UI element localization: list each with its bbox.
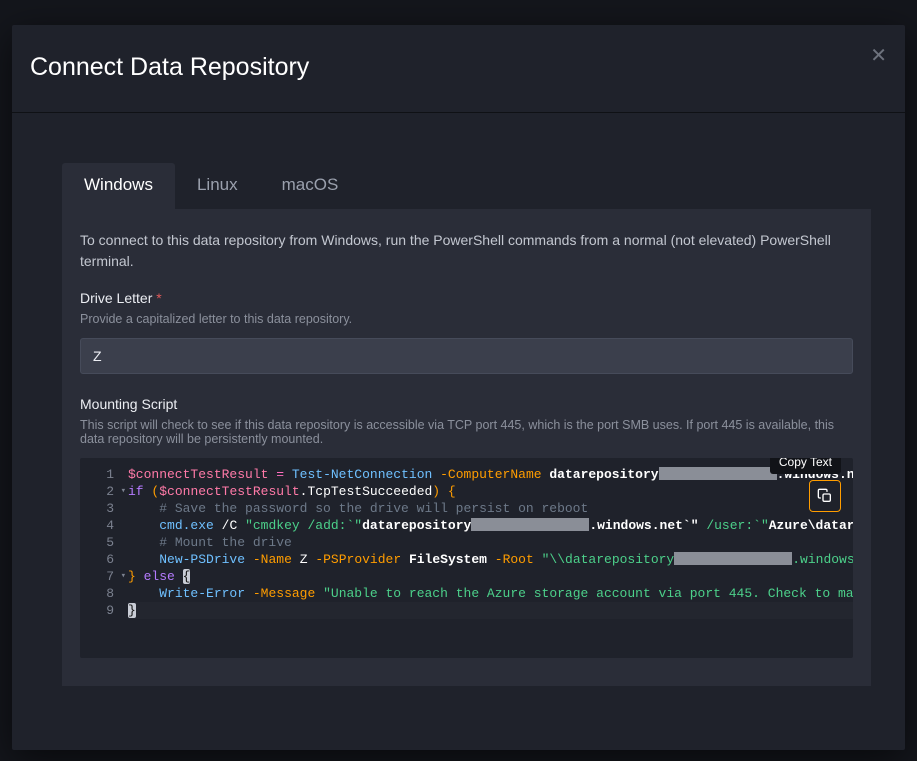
close-icon[interactable]: ✕	[870, 43, 887, 68]
modal-body: Windows Linux macOS To connect to this d…	[12, 113, 905, 686]
tab-macos[interactable]: macOS	[260, 163, 361, 209]
copy-tooltip: Copy Text	[770, 458, 841, 474]
fold-chevron-icon[interactable]: ▾	[121, 568, 126, 585]
mounting-script-label: Mounting Script	[80, 396, 853, 412]
line-number: 7▾	[80, 568, 124, 585]
drive-letter-label: Drive Letter *	[80, 290, 853, 306]
required-asterisk: *	[156, 290, 161, 306]
line-number: 1	[80, 466, 124, 483]
redacted-segment	[659, 467, 777, 480]
modal-title: Connect Data Repository	[30, 53, 875, 82]
redacted-segment	[471, 518, 589, 531]
windows-panel: To connect to this data repository from …	[62, 210, 871, 686]
tab-windows[interactable]: Windows	[62, 163, 175, 209]
tab-linux[interactable]: Linux	[175, 163, 260, 209]
line-number: 5	[80, 534, 124, 551]
connect-repo-modal: Connect Data Repository ✕ Windows Linux …	[12, 25, 905, 750]
line-number: 9	[80, 602, 124, 619]
line-number: 3	[80, 500, 124, 517]
drive-letter-label-text: Drive Letter	[80, 290, 152, 306]
fold-chevron-icon[interactable]: ▾	[121, 483, 126, 500]
code-content[interactable]: $connectTestResult = Test-NetConnection …	[128, 466, 853, 637]
code-gutter: 1 2▾ 3 4 5 6 7▾ 8 9	[80, 466, 124, 619]
redacted-segment	[674, 552, 792, 565]
drive-letter-input[interactable]	[80, 338, 853, 374]
mounting-script-help: This script will check to see if this da…	[80, 418, 853, 446]
code-editor[interactable]: 1 2▾ 3 4 5 6 7▾ 8 9 $connectTestResult =…	[80, 458, 853, 658]
modal-header: Connect Data Repository ✕	[12, 25, 905, 113]
drive-letter-help: Provide a capitalized letter to this dat…	[80, 312, 853, 326]
line-number: 4	[80, 517, 124, 534]
line-number: 2▾	[80, 483, 124, 500]
copy-icon	[817, 488, 833, 504]
copy-group: Copy Text	[809, 480, 841, 512]
os-tabs: Windows Linux macOS	[62, 163, 871, 210]
line-number: 6	[80, 551, 124, 568]
copy-button[interactable]	[809, 480, 841, 512]
panel-intro: To connect to this data repository from …	[80, 230, 853, 272]
line-number: 8	[80, 585, 124, 602]
